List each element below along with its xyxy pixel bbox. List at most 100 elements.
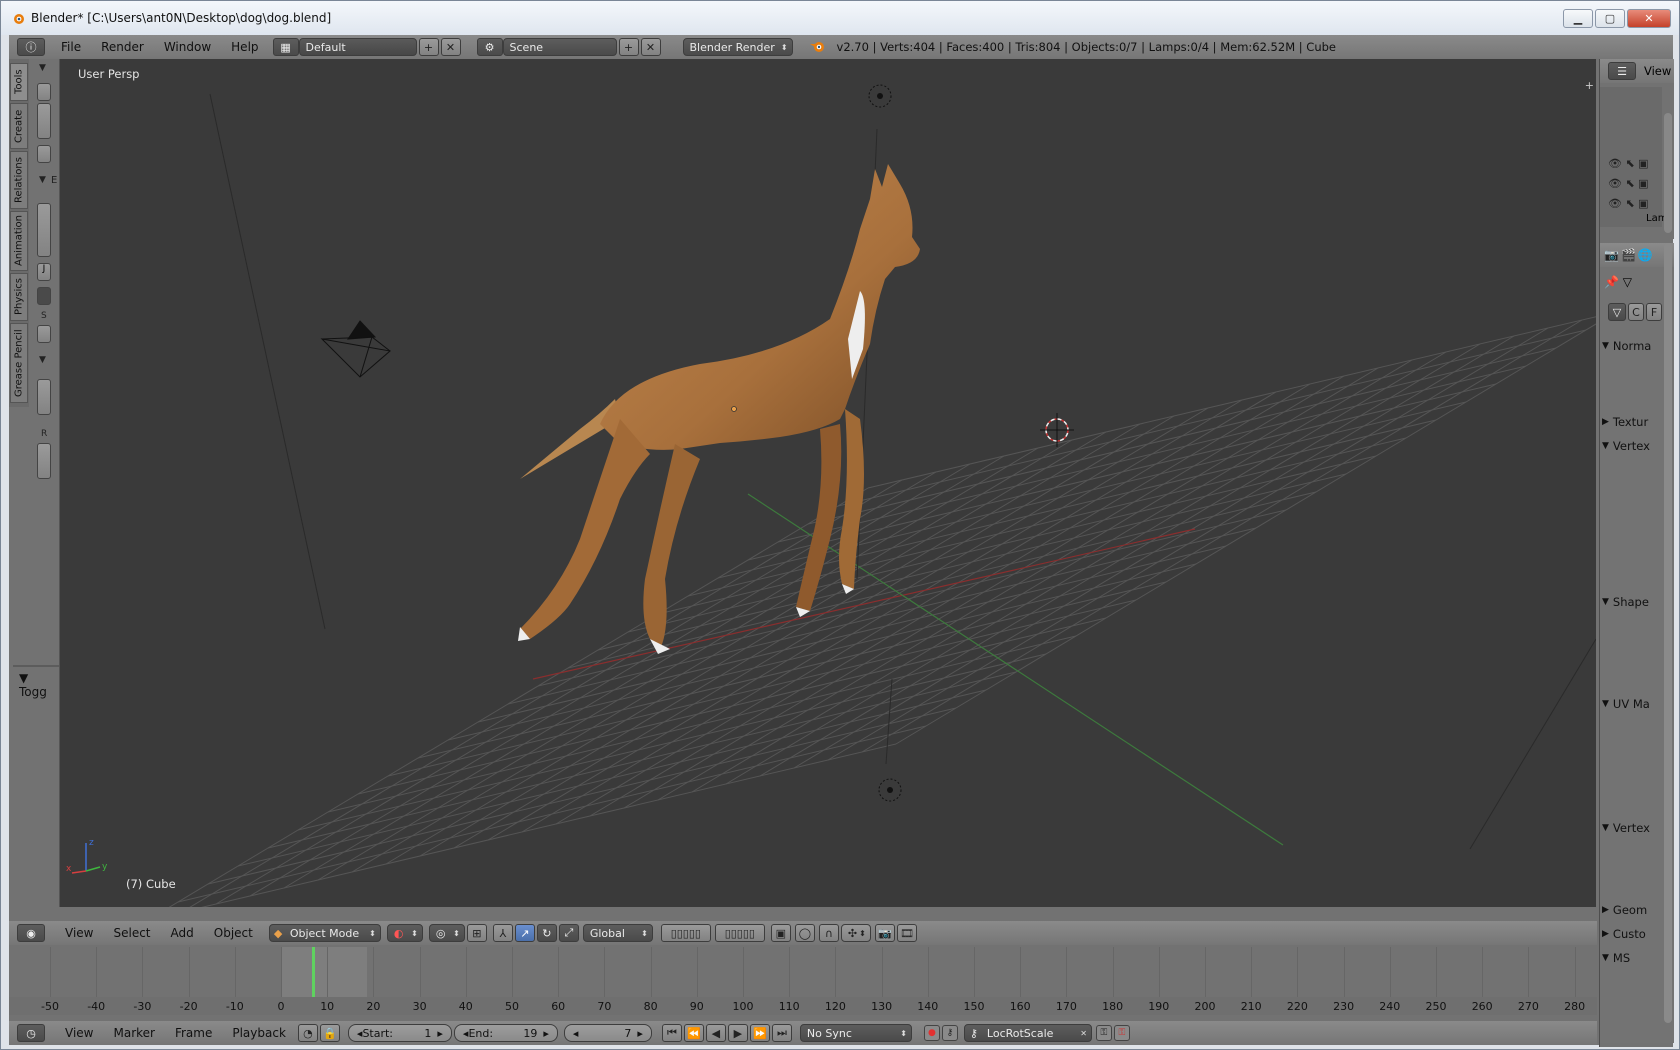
rotate-manipulator-button[interactable]: ↻ <box>536 924 557 942</box>
menu-help[interactable]: Help <box>221 40 268 54</box>
render-engine-select[interactable]: Blender Render ⬍ <box>682 38 793 56</box>
pin-icon[interactable]: 📌 <box>1604 275 1619 289</box>
current-frame-line[interactable] <box>312 947 316 997</box>
panel-header[interactable]: ▶ Custo <box>1602 923 1670 945</box>
layers-group-1[interactable]: ▯▯▯▯▯ <box>660 924 711 942</box>
panel-collapse-icon[interactable]: ▼ <box>39 63 46 73</box>
tool-button[interactable] <box>37 83 51 101</box>
3d-viewport[interactable]: User Persp (7) Cube z x y + <box>60 59 1596 907</box>
screen-layout-button[interactable]: ▦ <box>272 38 299 56</box>
transform-orientation-select[interactable]: Global ⬍ <box>582 924 653 942</box>
next-keyframe-button[interactable]: ⏩ <box>749 1024 770 1042</box>
viewport-shading-select[interactable]: ◐ ⬍ <box>386 924 423 942</box>
lamp-icon[interactable] <box>868 84 892 108</box>
delete-keyframe-button[interactable]: ⚿ <box>1113 1025 1130 1041</box>
lock-layers-button[interactable]: ▣ <box>770 924 791 942</box>
delete-scene-button[interactable]: ✕ <box>640 38 661 56</box>
render-tab-icon[interactable]: 📷 <box>1604 248 1619 262</box>
close-window-button[interactable]: ✕ <box>1627 9 1671 28</box>
layers-group-2[interactable]: ▯▯▯▯▯ <box>714 924 765 942</box>
tool-button[interactable] <box>37 443 51 479</box>
timeline-ruler[interactable]: -50 -40 -30 -20 -10 0 10 20 30 40 50 60 70 80 90 100 110… <box>9 997 1597 1015</box>
proportional-edit-button[interactable]: ◯ <box>794 924 815 942</box>
end-frame-field[interactable]: ◂ End: 19 ▸ <box>453 1024 558 1042</box>
scene-field[interactable]: Scene <box>502 38 617 56</box>
properties-scrollbar[interactable] <box>1664 243 1672 1023</box>
panel-header[interactable]: ▼ MS <box>1602 947 1670 969</box>
sync-mode-select[interactable]: No Sync ⬍ <box>799 1024 912 1042</box>
menu-window[interactable]: Window <box>154 40 221 54</box>
screen-layout-field[interactable]: Default <box>298 38 417 56</box>
panel-header[interactable]: ▼ Vertex <box>1602 435 1670 457</box>
outliner-row-icons[interactable]: 👁 ⬉ ▣ <box>1608 177 1649 190</box>
mesh-data-icon[interactable]: ▽ <box>1608 303 1626 321</box>
outliner-row-icons[interactable]: 👁 ⬉ ▣ <box>1608 157 1649 170</box>
panel-header[interactable]: ▶ Textur <box>1602 411 1670 433</box>
timeline-area[interactable] <box>9 947 1597 997</box>
editor-type-outliner-button[interactable]: ☰ <box>1608 62 1636 80</box>
outliner-row-icons[interactable]: 👁 ⬉ ▣ <box>1608 197 1649 210</box>
tool-button[interactable] <box>37 103 51 139</box>
snap-toggle[interactable]: ∩ <box>818 924 839 942</box>
play-button[interactable]: ▶ <box>727 1024 748 1042</box>
panel-collapse-icon[interactable]: ▼ <box>39 175 46 185</box>
interaction-mode-select[interactable]: ◆ Object Mode ⬍ <box>268 924 381 942</box>
stepper-button[interactable] <box>37 287 51 305</box>
close-icon[interactable]: ✕ <box>1080 1029 1087 1038</box>
menu-playback[interactable]: Playback <box>222 1026 296 1040</box>
render-animation-button[interactable]: 🎞 <box>896 924 917 942</box>
menu-file[interactable]: File <box>51 40 91 54</box>
start-frame-field[interactable]: ◂ Start: 1 ▸ <box>347 1024 452 1042</box>
panel-header[interactable]: ▼ Vertex <box>1602 817 1670 839</box>
tab-animation[interactable]: Animation <box>10 211 28 271</box>
tool-button[interactable] <box>37 379 51 415</box>
outliner-scrollbar[interactable] <box>1664 113 1672 233</box>
scene-browse-button[interactable]: ⚙ <box>476 38 503 56</box>
panel-header[interactable]: ▶ Geom <box>1602 899 1670 921</box>
jump-end-button[interactable]: ⏭ <box>771 1024 792 1042</box>
tab-tools[interactable]: Tools <box>10 63 28 101</box>
tab-create[interactable]: Create <box>10 103 28 149</box>
menu-object[interactable]: Object <box>204 926 263 940</box>
object-data-icon[interactable]: ▽ <box>1623 275 1632 289</box>
scale-manipulator-button[interactable]: ⤢ <box>558 924 579 942</box>
manipulator-all-button[interactable]: ⅄ <box>492 924 513 942</box>
tool-button[interactable] <box>37 203 51 257</box>
menu-frame[interactable]: Frame <box>165 1026 222 1040</box>
add-scene-button[interactable]: + <box>618 38 639 56</box>
menu-view[interactable]: View <box>55 1026 103 1040</box>
panel-header[interactable]: ▼ Norma <box>1602 335 1670 357</box>
lock-time-button[interactable]: 🔒 <box>319 1024 340 1042</box>
pivot-point-select[interactable]: ◎ ⬍ <box>428 924 465 942</box>
panel-header[interactable]: ▼ Shape <box>1602 591 1670 613</box>
jump-start-button[interactable]: ⏮ <box>661 1024 682 1042</box>
keying-set-field[interactable]: ⚷ LocRotScale ✕ <box>963 1024 1092 1042</box>
insert-keyframe-button[interactable]: ⚿ <box>1095 1025 1112 1041</box>
editor-type-timeline-button[interactable]: ◷ <box>17 1024 45 1042</box>
tool-button[interactable] <box>37 325 51 343</box>
timeline-editor[interactable]: -50 -40 -30 -20 -10 0 10 20 30 40 50 60 70 80 90 100 110… <box>9 947 1597 1021</box>
camera-icon[interactable] <box>320 320 392 378</box>
viewport-corner-plus-icon[interactable]: + <box>1585 79 1594 92</box>
menu-render[interactable]: Render <box>91 40 154 54</box>
panel-collapse-icon[interactable]: ▼ <box>39 355 46 365</box>
tab-grease-pencil[interactable]: Grease Pencil <box>10 323 28 403</box>
context-c-button[interactable]: C <box>1628 303 1644 321</box>
render-opengl-button[interactable]: 📷 <box>874 924 895 942</box>
current-frame-field[interactable]: ◂ 7 ▸ <box>563 1024 652 1042</box>
prev-keyframe-button[interactable]: ⏪ <box>683 1024 704 1042</box>
translate-manipulator-button[interactable]: ↗ <box>514 924 535 942</box>
outliner-view-menu[interactable]: View <box>1644 64 1671 78</box>
tab-physics[interactable]: Physics <box>10 273 28 321</box>
scene-tab-icon[interactable]: 🎬 <box>1621 248 1636 262</box>
menu-marker[interactable]: Marker <box>103 1026 164 1040</box>
menu-select[interactable]: Select <box>103 926 160 940</box>
snap-element-select[interactable]: ✣ ⬍ <box>840 924 871 942</box>
keying-set-button[interactable]: ⚷ <box>941 1025 958 1041</box>
minimize-button[interactable]: ▁ <box>1563 9 1593 28</box>
preview-range-button[interactable]: ◔ <box>297 1024 318 1042</box>
maximize-button[interactable]: ▢ <box>1595 9 1625 28</box>
add-screen-button[interactable]: + <box>418 38 439 56</box>
panel-header[interactable]: ▼ UV Ma <box>1602 693 1670 715</box>
tool-button[interactable] <box>37 145 51 163</box>
